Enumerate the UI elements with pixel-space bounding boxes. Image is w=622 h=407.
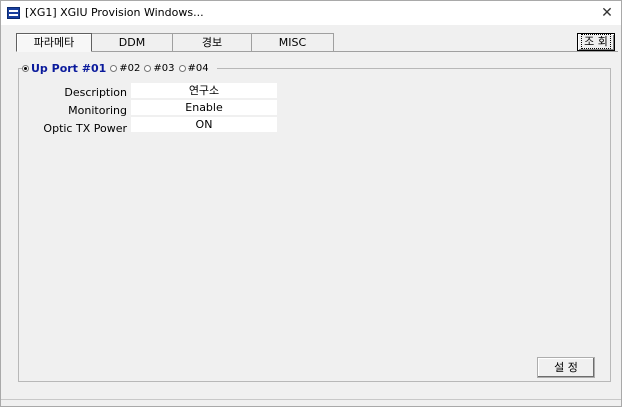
radio-port-04[interactable]: #04: [178, 62, 209, 74]
radio-dot-icon: [178, 64, 186, 72]
monitoring-label: Monitoring: [68, 104, 127, 117]
tab-misc[interactable]: MISC: [252, 33, 334, 52]
radio-port-03[interactable]: #03: [144, 62, 175, 74]
radio-port-02[interactable]: #02: [110, 63, 140, 74]
tab-divider: [331, 51, 618, 52]
description-label: Description: [64, 86, 127, 99]
radio-label: Up Port #01: [31, 61, 107, 75]
description-value[interactable]: 연구소: [131, 83, 277, 98]
tab-ddm[interactable]: DDM: [92, 33, 173, 52]
query-button-label: 조 회: [581, 34, 611, 49]
close-button[interactable]: ✕: [597, 3, 617, 23]
close-icon: ✕: [601, 5, 613, 21]
optic-tx-power-label: Optic TX Power: [43, 122, 127, 135]
radio-label: #03: [153, 62, 175, 74]
app-icon: [7, 7, 20, 19]
window-title: [XG1] XGIU Provision Windows...: [25, 6, 204, 19]
radio-dot-icon: [110, 64, 118, 72]
port-radio-group: Up Port #01 #02 #03 #04: [22, 61, 217, 75]
radio-dot-icon: [22, 64, 29, 72]
radio-label: #04: [187, 62, 209, 74]
title-bar: [XG1] XGIU Provision Windows... ✕: [1, 1, 621, 25]
tab-parameter[interactable]: 파라메타: [16, 33, 92, 52]
radio-label: #02: [119, 62, 141, 74]
radio-up-port-01[interactable]: Up Port #01: [22, 62, 106, 75]
set-button[interactable]: 설 정: [537, 357, 595, 378]
tab-alarm[interactable]: 경보: [173, 33, 252, 52]
query-button[interactable]: 조 회: [577, 33, 615, 51]
tab-bar: 파라메타 DDM 경보 MISC: [16, 33, 334, 52]
monitoring-value[interactable]: Enable: [131, 100, 277, 115]
radio-dot-icon: [144, 64, 152, 72]
provision-window: [XG1] XGIU Provision Windows... ✕ 파라메타 D…: [0, 0, 622, 407]
optic-tx-power-value[interactable]: ON: [131, 117, 277, 132]
status-bar: [1, 399, 621, 400]
